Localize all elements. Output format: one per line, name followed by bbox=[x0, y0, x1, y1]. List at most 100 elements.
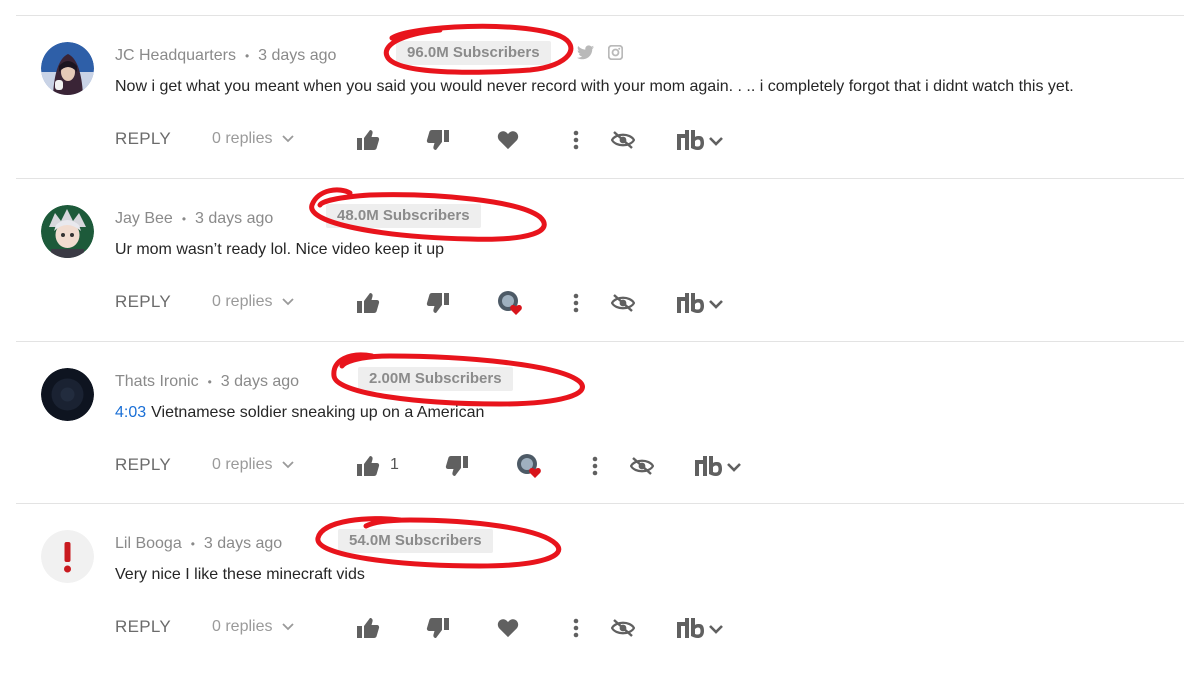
tubebuddy-icon bbox=[677, 618, 723, 638]
subscriber-badge: 54.0M Subscribers bbox=[338, 529, 493, 553]
replies-toggle[interactable]: 0 replies bbox=[212, 293, 295, 311]
creator-heart-icon bbox=[517, 454, 541, 478]
thumbs-up-icon bbox=[357, 618, 380, 638]
avatar[interactable] bbox=[41, 530, 94, 583]
comment-text-row: Now i get what you meant when you said y… bbox=[115, 78, 1074, 96]
like-count: 1 bbox=[390, 456, 399, 473]
comment-time[interactable]: 3 days ago bbox=[221, 373, 299, 391]
separator-dot: • bbox=[244, 49, 250, 63]
author-name[interactable]: Lil Booga bbox=[115, 535, 182, 553]
comment-author-line: JC Headquarters • 3 days ago bbox=[115, 47, 336, 65]
dislike-button[interactable] bbox=[426, 616, 450, 640]
dislike-button[interactable] bbox=[426, 291, 450, 315]
subscriber-badge: 96.0M Subscribers bbox=[396, 41, 551, 65]
replies-toggle[interactable]: 0 replies bbox=[212, 130, 295, 148]
three-dots-vertical-icon bbox=[573, 618, 579, 638]
author-name[interactable]: Jay Bee bbox=[115, 210, 173, 228]
comment-item: Thats Ironic • 3 days ago 2.00M Subscrib… bbox=[0, 342, 1200, 504]
comment-actions: REPLY 0 replies bbox=[0, 129, 1200, 159]
thumbs-up-icon bbox=[357, 293, 380, 313]
creator-heart-button[interactable] bbox=[516, 453, 542, 479]
hide-button[interactable] bbox=[630, 454, 654, 478]
hide-button[interactable] bbox=[611, 616, 635, 640]
subscriber-badge: 48.0M Subscribers bbox=[326, 204, 481, 228]
separator-dot: • bbox=[207, 375, 212, 389]
comment-text: Vietnamese soldier sneaking up on a Amer… bbox=[151, 404, 485, 421]
replies-toggle[interactable]: 0 replies bbox=[212, 618, 295, 636]
chevron-down-icon bbox=[282, 461, 295, 469]
comment-author-line: Jay Bee • 3 days ago bbox=[115, 210, 273, 228]
subscriber-badge: 2.00M Subscribers bbox=[358, 367, 513, 391]
replies-toggle[interactable]: 0 replies bbox=[212, 456, 295, 474]
like-button[interactable] bbox=[356, 454, 380, 478]
avatar-anime-icon bbox=[41, 205, 94, 258]
avatar[interactable] bbox=[41, 42, 94, 95]
social-links bbox=[577, 44, 624, 65]
comment-time[interactable]: 3 days ago bbox=[195, 210, 273, 228]
twitter-icon[interactable] bbox=[577, 45, 594, 65]
like-button[interactable] bbox=[356, 616, 380, 640]
comment-item: JC Headquarters • 3 days ago 96.0M Subsc… bbox=[0, 16, 1200, 178]
reply-button[interactable]: REPLY bbox=[115, 129, 171, 149]
thumbs-down-icon bbox=[426, 130, 449, 150]
comment-time[interactable]: 3 days ago bbox=[204, 535, 282, 553]
avatar-dark-icon bbox=[41, 368, 94, 421]
hide-button[interactable] bbox=[611, 128, 635, 152]
eye-off-icon bbox=[630, 457, 654, 475]
more-options-button[interactable] bbox=[583, 454, 607, 478]
heart-icon bbox=[497, 131, 519, 150]
heart-button[interactable] bbox=[496, 128, 520, 152]
comment-item: Lil Booga • 3 days ago 54.0M Subscribers… bbox=[0, 504, 1200, 666]
more-options-button[interactable] bbox=[564, 616, 588, 640]
comment-text-row: Ur mom wasn’t ready lol. Nice video keep… bbox=[115, 241, 444, 259]
author-name[interactable]: Thats Ironic bbox=[115, 373, 199, 391]
author-name[interactable]: JC Headquarters bbox=[115, 47, 236, 65]
more-options-button[interactable] bbox=[564, 291, 588, 315]
tubebuddy-menu[interactable] bbox=[676, 291, 724, 315]
more-options-button[interactable] bbox=[564, 128, 588, 152]
creator-heart-button[interactable] bbox=[497, 290, 523, 316]
like-button[interactable] bbox=[356, 128, 380, 152]
instagram-icon[interactable] bbox=[607, 44, 624, 65]
reply-button[interactable]: REPLY bbox=[115, 292, 171, 312]
thumbs-down-icon bbox=[445, 456, 468, 476]
dislike-button[interactable] bbox=[426, 128, 450, 152]
comment-actions: REPLY 0 replies bbox=[0, 617, 1200, 647]
comment-actions: REPLY 0 replies 1 bbox=[0, 453, 1200, 485]
tubebuddy-menu[interactable] bbox=[676, 616, 724, 640]
tubebuddy-menu[interactable] bbox=[676, 128, 724, 152]
eye-off-icon bbox=[611, 131, 635, 149]
dislike-button[interactable] bbox=[445, 454, 469, 478]
replies-count: 0 replies bbox=[212, 293, 273, 310]
avatar-exclamation-icon bbox=[41, 530, 94, 583]
comment-item: Jay Bee • 3 days ago 48.0M Subscribers U… bbox=[0, 179, 1200, 341]
heart-button[interactable] bbox=[496, 616, 520, 640]
timestamp-link[interactable]: 4:03 bbox=[115, 404, 146, 421]
comment-actions: REPLY 0 replies bbox=[0, 290, 1200, 322]
comment-time[interactable]: 3 days ago bbox=[258, 47, 336, 65]
three-dots-vertical-icon bbox=[573, 130, 579, 150]
tubebuddy-icon bbox=[677, 293, 723, 313]
avatar[interactable] bbox=[41, 368, 94, 421]
tubebuddy-icon bbox=[677, 130, 723, 150]
replies-count: 0 replies bbox=[212, 130, 273, 147]
tubebuddy-menu[interactable] bbox=[694, 454, 742, 478]
like-button[interactable] bbox=[356, 291, 380, 315]
three-dots-vertical-icon bbox=[592, 456, 598, 476]
avatar[interactable] bbox=[41, 205, 94, 258]
reply-button[interactable]: REPLY bbox=[115, 455, 171, 475]
thumbs-up-icon bbox=[357, 456, 380, 476]
replies-count: 0 replies bbox=[212, 456, 273, 473]
separator-dot: • bbox=[181, 212, 187, 226]
reply-button[interactable]: REPLY bbox=[115, 617, 171, 637]
comment-text: Ur mom wasn’t ready lol. Nice video keep… bbox=[115, 241, 445, 258]
thumbs-up-icon bbox=[357, 130, 380, 150]
chevron-down-icon bbox=[282, 623, 295, 631]
comment-text: Very nice I like these minecraft vids bbox=[115, 566, 365, 583]
replies-count: 0 replies bbox=[212, 618, 273, 635]
eye-off-icon bbox=[611, 619, 635, 637]
avatar-hooded-icon bbox=[41, 42, 94, 95]
thumbs-down-icon bbox=[426, 618, 449, 638]
hide-button[interactable] bbox=[611, 291, 635, 315]
heart-icon bbox=[497, 619, 519, 638]
